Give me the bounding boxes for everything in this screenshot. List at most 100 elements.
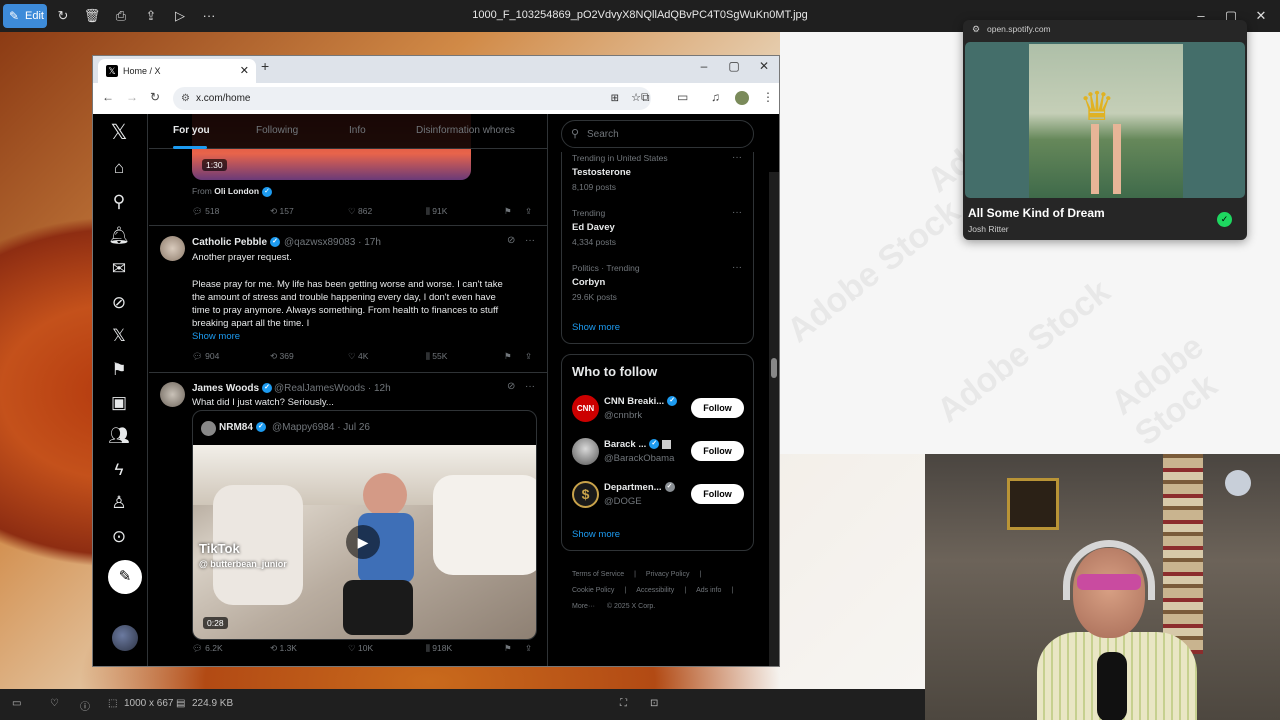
- terms-link[interactable]: Terms of Service: [572, 571, 624, 578]
- post-button[interactable]: ✎: [108, 560, 142, 594]
- follow-name[interactable]: Departmen...: [604, 482, 662, 493]
- premium-icon[interactable]: 𝕏: [104, 321, 134, 351]
- cast-icon[interactable]: ▭: [677, 90, 688, 104]
- cnn-avatar[interactable]: CNN: [572, 395, 599, 422]
- tab-following[interactable]: Following: [256, 125, 298, 136]
- site-settings-icon[interactable]: ⚙: [972, 24, 980, 35]
- more-icon[interactable]: ···: [732, 262, 742, 273]
- obama-avatar[interactable]: [572, 438, 599, 465]
- bookmark-star-icon[interactable]: ☆: [631, 87, 641, 110]
- trend-name[interactable]: Corbyn: [572, 277, 605, 288]
- scrollbar-thumb[interactable]: [771, 358, 777, 378]
- grok-icon[interactable]: ⊘: [104, 288, 134, 318]
- share-icon[interactable]: ⇪: [525, 206, 532, 217]
- extensions-icon[interactable]: ⧉: [641, 90, 650, 105]
- track-title[interactable]: All Some Kind of Dream: [968, 206, 1105, 220]
- doge-avatar[interactable]: $: [572, 481, 599, 508]
- forward-icon[interactable]: →: [126, 90, 138, 104]
- like-icon[interactable]: ♡ 4K: [348, 351, 368, 362]
- track-artist[interactable]: Josh Ritter: [968, 224, 1009, 234]
- tab-disinformation[interactable]: Disinformation whores: [416, 125, 515, 136]
- install-icon[interactable]: ⊞: [611, 87, 619, 110]
- album-art[interactable]: ♛: [1029, 44, 1183, 198]
- account-avatar[interactable]: [112, 625, 138, 651]
- trends-show-more-link[interactable]: Show more: [572, 322, 620, 333]
- accessibility-link[interactable]: Accessibility: [636, 587, 674, 594]
- play-icon[interactable]: ▶: [346, 525, 380, 559]
- saved-check-icon[interactable]: ✓: [1217, 212, 1232, 227]
- reload-icon[interactable]: ↻: [150, 90, 160, 104]
- avatar[interactable]: [160, 236, 185, 261]
- actual-size-icon[interactable]: ⊡: [650, 698, 658, 709]
- site-info-icon[interactable]: ⚙: [181, 87, 190, 110]
- privacy-link[interactable]: Privacy Policy: [646, 571, 690, 578]
- bookmarks-icon[interactable]: ⚑: [104, 355, 134, 385]
- repost-icon[interactable]: ⟲ 157: [270, 206, 294, 217]
- explore-icon[interactable]: ⚲: [104, 187, 134, 217]
- who-show-more-link[interactable]: Show more: [572, 529, 620, 540]
- share-icon[interactable]: ⇪: [525, 643, 532, 654]
- favorite-icon[interactable]: ♡: [50, 698, 59, 709]
- repost-icon[interactable]: ⟲ 1.3K: [270, 643, 297, 654]
- follow-button[interactable]: Follow: [691, 484, 744, 504]
- tab-for-you[interactable]: For you: [173, 125, 210, 136]
- jobs-icon[interactable]: ▣: [104, 388, 134, 418]
- author-name[interactable]: Catholic Pebble: [192, 237, 267, 248]
- grok-icon[interactable]: ⊘: [507, 381, 515, 392]
- tab-info[interactable]: Info: [349, 125, 366, 136]
- trend-name[interactable]: Testosterone: [572, 167, 631, 178]
- close-window-icon[interactable]: ✕: [754, 59, 774, 73]
- from-attribution[interactable]: From Oli London ✓: [192, 186, 273, 197]
- close-tab-icon[interactable]: ✕: [240, 59, 249, 83]
- tweet[interactable]: Catholic Pebble ✓ @qazwsx89083 · 17h ⊘ ··…: [149, 226, 547, 373]
- trend-name[interactable]: Ed Davey: [572, 222, 615, 233]
- menu-icon[interactable]: ⋮: [762, 90, 774, 104]
- verified-orgs-icon[interactable]: ϟ: [104, 455, 134, 485]
- notifications-icon[interactable]: 🔔︎: [104, 221, 134, 251]
- tab-home-x[interactable]: 𝕏 Home / X ✕: [98, 59, 256, 83]
- tweet[interactable]: James Woods ✓ @RealJamesWoods · 12h ⊘ ···…: [149, 373, 547, 666]
- fit-icon[interactable]: ⛶: [620, 698, 627, 709]
- new-tab-icon[interactable]: +: [261, 58, 269, 74]
- like-icon[interactable]: ♡ 10K: [348, 643, 373, 654]
- bookmark-icon[interactable]: ⚑: [504, 351, 512, 362]
- quoted-tweet[interactable]: NRM84 ✓ @Mappy6984 · Jul 26 ▶ TikTok @ bu…: [192, 410, 537, 640]
- profile-avatar[interactable]: [735, 91, 749, 105]
- minimize-icon[interactable]: –: [694, 59, 714, 73]
- maximize-icon[interactable]: ▢: [724, 59, 744, 73]
- messages-icon[interactable]: ✉: [104, 254, 134, 284]
- follow-button[interactable]: Follow: [691, 441, 744, 461]
- cookie-link[interactable]: Cookie Policy: [572, 587, 614, 594]
- quote-video[interactable]: ▶ TikTok @ butterbean_junior 0:28: [193, 445, 536, 639]
- ads-info-link[interactable]: Ads info: [696, 587, 721, 594]
- repost-icon[interactable]: ⟲ 369: [270, 351, 294, 362]
- url-field[interactable]: ⚙ x.com/home ⊞ ☆: [173, 87, 651, 110]
- scrollbar[interactable]: [769, 172, 779, 666]
- follow-name[interactable]: Barack ...: [604, 439, 646, 450]
- search-input[interactable]: ⚲ Search: [561, 120, 754, 148]
- bookmark-icon[interactable]: ⚑: [504, 206, 512, 217]
- more-icon[interactable]: ···: [732, 207, 742, 218]
- home-icon[interactable]: ⌂: [104, 153, 134, 183]
- bookmark-icon[interactable]: ⚑: [504, 643, 512, 654]
- media-icon[interactable]: ♫: [711, 90, 720, 104]
- profile-icon[interactable]: ♙: [104, 488, 134, 518]
- reply-icon[interactable]: 💬︎ 6.2K: [192, 643, 223, 654]
- follow-name[interactable]: CNN Breaki...: [604, 396, 664, 407]
- more-icon[interactable]: ···: [525, 235, 535, 246]
- more-icon[interactable]: ···: [525, 381, 535, 392]
- grok-icon[interactable]: ⊘: [507, 235, 515, 246]
- close-icon[interactable]: ✕: [1250, 5, 1272, 27]
- filmstrip-icon[interactable]: ▭: [12, 698, 21, 709]
- back-icon[interactable]: ←: [102, 90, 114, 104]
- views-icon[interactable]: ⫼ 55K: [426, 351, 447, 362]
- more-link[interactable]: More···: [572, 603, 595, 610]
- communities-icon[interactable]: 👥︎: [104, 421, 134, 451]
- share-icon[interactable]: ⇪: [525, 351, 532, 362]
- show-more-link[interactable]: Show more: [192, 331, 240, 342]
- views-icon[interactable]: ⫼ 918K: [426, 643, 452, 654]
- avatar[interactable]: [160, 382, 185, 407]
- views-icon[interactable]: ⫼ 91K: [426, 206, 447, 217]
- more-circle-icon[interactable]: ⊙: [104, 522, 134, 552]
- like-icon[interactable]: ♡ 862: [348, 206, 372, 217]
